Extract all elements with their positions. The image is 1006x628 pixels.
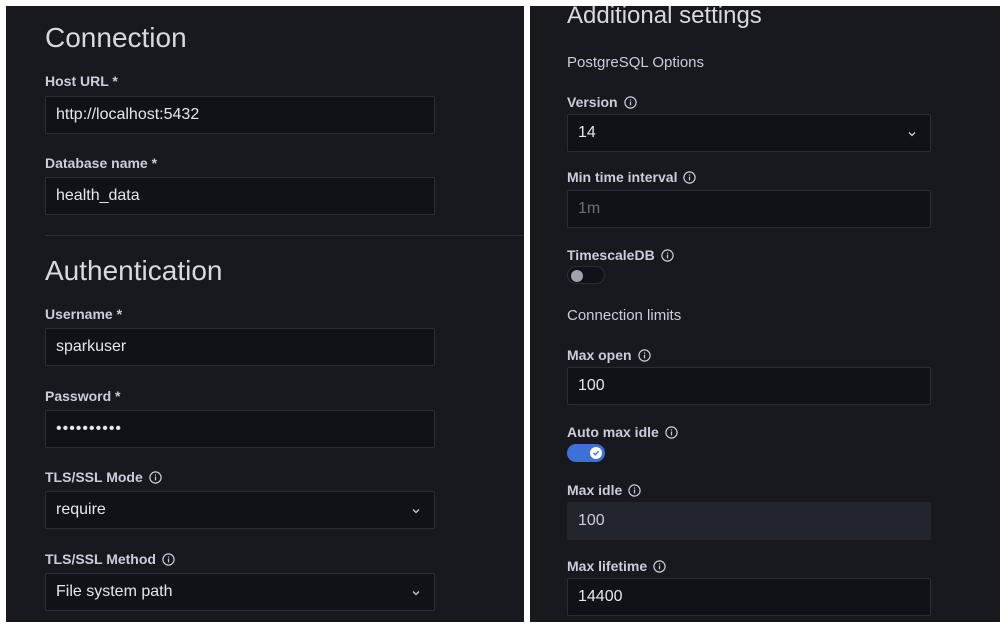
info-circle-icon[interactable] xyxy=(162,552,175,566)
toggle-knob xyxy=(590,447,602,459)
chevron-down-icon xyxy=(410,504,422,516)
database-name-input[interactable]: health_data xyxy=(45,177,435,215)
host-url-input[interactable]: http://localhost:5432 xyxy=(45,96,435,134)
info-circle-icon[interactable] xyxy=(637,348,651,362)
timescaledb-toggle[interactable] xyxy=(567,266,605,284)
info-circle-icon[interactable] xyxy=(149,470,162,484)
tls-ssl-method-label-text: TLS/SSL Method xyxy=(45,551,156,567)
min-time-interval-label-text: Min time interval xyxy=(567,169,678,185)
max-lifetime-label-text: Max lifetime xyxy=(567,558,648,574)
toggle-knob xyxy=(571,270,583,282)
max-idle-input: 100 xyxy=(567,502,931,540)
auto-max-idle-label: Auto max idle xyxy=(567,424,678,440)
username-label: Username * xyxy=(45,306,123,322)
tls-ssl-mode-value: require xyxy=(56,501,106,518)
max-open-input[interactable]: 100 xyxy=(567,367,931,405)
auto-max-idle-label-text: Auto max idle xyxy=(567,424,659,440)
connection-heading: Connection xyxy=(45,22,187,53)
version-label: Version xyxy=(567,94,637,110)
info-circle-icon[interactable] xyxy=(660,248,674,262)
host-url-label: Host URL * xyxy=(45,73,118,89)
info-circle-icon[interactable] xyxy=(683,170,697,184)
max-idle-label-text: Max idle xyxy=(567,482,623,498)
max-lifetime-label: Max lifetime xyxy=(567,558,666,574)
info-circle-icon[interactable] xyxy=(653,559,666,573)
tls-ssl-mode-label-text: TLS/SSL Mode xyxy=(45,469,143,485)
tls-ssl-mode-label: TLS/SSL Mode xyxy=(45,469,162,485)
auto-max-idle-toggle[interactable] xyxy=(567,444,605,462)
chevron-down-icon xyxy=(410,586,422,598)
tls-ssl-method-label: TLS/SSL Method xyxy=(45,551,175,567)
left-settings-panel: Connection Host URL * http://localhost:5… xyxy=(6,6,524,622)
timescaledb-label-text: TimescaleDB xyxy=(567,247,655,263)
section-divider xyxy=(45,235,524,236)
tls-ssl-method-value: File system path xyxy=(56,583,173,600)
username-input[interactable]: sparkuser xyxy=(45,328,435,366)
password-input[interactable]: •••••••••• xyxy=(45,410,435,448)
max-open-label: Max open xyxy=(567,347,651,363)
min-time-interval-input[interactable]: 1m xyxy=(567,190,931,228)
version-label-text: Version xyxy=(567,94,618,110)
tls-ssl-mode-select[interactable]: require xyxy=(45,491,435,529)
connection-limits-heading: Connection limits xyxy=(567,307,682,324)
timescaledb-label: TimescaleDB xyxy=(567,247,674,263)
additional-settings-heading: Additional settings xyxy=(567,6,762,29)
check-icon xyxy=(593,450,600,456)
max-lifetime-input[interactable]: 14400 xyxy=(567,578,931,616)
version-value: 14 xyxy=(578,124,596,141)
chevron-down-icon xyxy=(906,127,918,139)
info-circle-icon[interactable] xyxy=(665,425,678,439)
info-circle-icon[interactable] xyxy=(628,483,641,497)
max-idle-label: Max idle xyxy=(567,482,641,498)
tls-ssl-method-select[interactable]: File system path xyxy=(45,573,435,611)
info-circle-icon[interactable] xyxy=(623,95,637,109)
database-name-label: Database name * xyxy=(45,155,158,171)
right-settings-panel: Additional settings PostgreSQL Options V… xyxy=(530,6,1000,622)
min-time-interval-label: Min time interval xyxy=(567,169,697,185)
authentication-heading: Authentication xyxy=(45,255,223,286)
postgresql-options-heading: PostgreSQL Options xyxy=(567,54,705,71)
version-select[interactable]: 14 xyxy=(567,114,931,152)
password-label: Password * xyxy=(45,388,121,404)
max-open-label-text: Max open xyxy=(567,347,632,363)
